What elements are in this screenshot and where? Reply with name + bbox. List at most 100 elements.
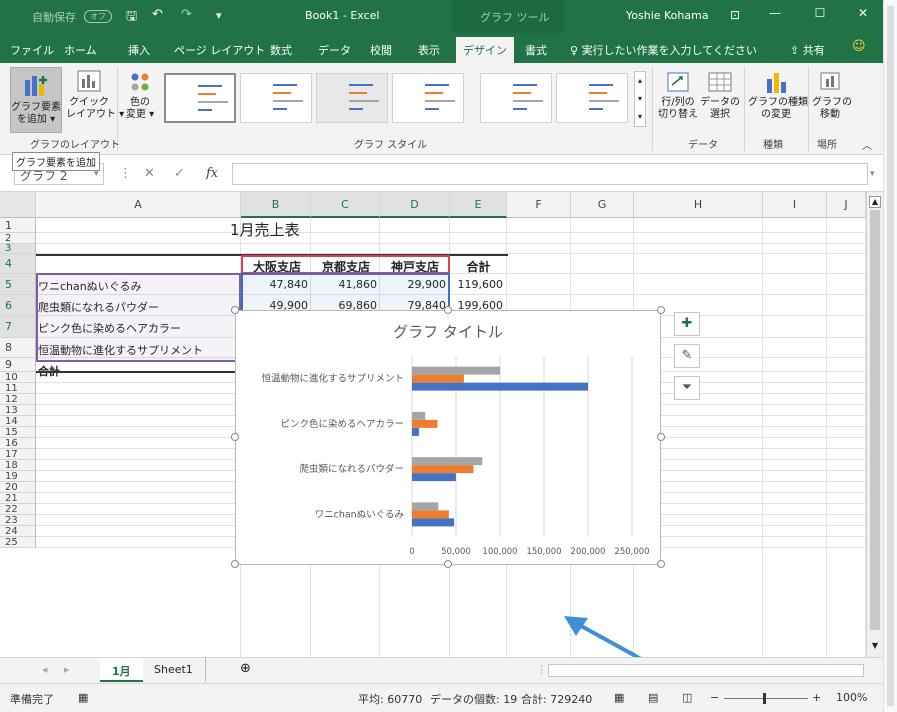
chart-style-6[interactable] (556, 73, 628, 123)
select-data-button[interactable]: データの 選択 (700, 71, 740, 121)
row-header-20[interactable]: 20 (0, 482, 36, 493)
row-header-6[interactable]: 6 (0, 295, 36, 316)
resize-handle-se[interactable] (657, 560, 665, 568)
scroll-thumb[interactable] (870, 210, 880, 630)
page-break-view-icon[interactable]: ◫ (682, 691, 692, 704)
tab-file[interactable]: ファイル (10, 42, 54, 58)
redo-icon[interactable]: ↷ (181, 7, 192, 22)
scroll-down-icon[interactable]: ▼ (869, 641, 881, 653)
row-header-21[interactable]: 21 (0, 493, 36, 504)
expand-formula-icon[interactable]: ▾ (870, 169, 875, 179)
row-header-7[interactable]: 7 (0, 316, 36, 338)
enter-icon[interactable]: ✓ (174, 166, 185, 181)
normal-view-icon[interactable]: ▦ (614, 691, 624, 704)
row-header-23[interactable]: 23 (0, 515, 36, 526)
row-header-19[interactable]: 19 (0, 471, 36, 482)
row-header-10[interactable]: 10 (0, 372, 36, 383)
zoom-slider[interactable] (724, 698, 808, 699)
row-header-14[interactable]: 14 (0, 416, 36, 427)
sheet-tab-2[interactable]: Sheet1 (142, 658, 206, 682)
row-header-12[interactable]: 12 (0, 394, 36, 405)
row-header-2[interactable]: 2 (0, 233, 36, 244)
row-header-24[interactable]: 24 (0, 526, 36, 537)
tab-view[interactable]: 表示 (418, 42, 440, 58)
quick-access-menu-icon[interactable]: ▾ (216, 9, 222, 22)
change-chart-type-button[interactable]: グラフの種類 の変更 (748, 71, 808, 121)
chart-style-4[interactable] (392, 73, 464, 123)
chart-style-3[interactable] (316, 73, 388, 123)
resize-handle-s[interactable] (444, 560, 452, 568)
row-header-11[interactable]: 11 (0, 383, 36, 394)
bar-chart[interactable]: グラフ タイトル 0 50,000 100,000 150,000 200,000 250,… (235, 310, 661, 565)
chart-elements-plus-icon[interactable]: ✚ (674, 312, 700, 336)
insert-function-button[interactable]: fx (206, 166, 218, 181)
minimize-icon[interactable]: — (760, 6, 790, 26)
smiley-icon[interactable]: ☺ (852, 39, 866, 54)
move-chart-button[interactable]: グラフの 移動 (812, 71, 852, 121)
sheet-title[interactable]: 1月売上表 (230, 219, 300, 240)
column-header-e[interactable]: E (450, 192, 507, 218)
column-header-f[interactable]: F (507, 192, 571, 218)
row-header-17[interactable]: 17 (0, 449, 36, 460)
tab-format[interactable]: 書式 (525, 42, 547, 58)
collapse-ribbon-icon[interactable]: ︿ (862, 137, 872, 152)
resize-handle-n[interactable] (444, 306, 452, 314)
item-total[interactable]: 119,600 (451, 278, 506, 291)
column-header-i[interactable]: I (763, 192, 827, 218)
outer-scrollbar[interactable] (883, 0, 897, 712)
add-chart-element-button[interactable]: グラフ要素 を追加 ▾ (10, 67, 62, 133)
styles-gallery-scroll[interactable]: ▴ ▾ ▾ (634, 71, 646, 127)
share-button[interactable]: ⇪ 共有 (790, 42, 825, 58)
change-colors-button[interactable]: 色の 変更 ▾ (120, 71, 160, 121)
zoom-in-icon[interactable]: + (812, 691, 821, 704)
row-header-5[interactable]: 5 (0, 274, 36, 295)
row-header-22[interactable]: 22 (0, 504, 36, 515)
row-header-1[interactable]: 1 (0, 218, 36, 233)
chart-style-1[interactable] (164, 73, 236, 123)
next-sheet-icon[interactable]: ▸ (52, 658, 82, 682)
row-header-9[interactable]: 9 (0, 358, 36, 372)
column-header-a[interactable]: A (36, 192, 241, 218)
resize-handle-w[interactable] (231, 433, 239, 441)
scroll-up-icon[interactable]: ▲ (869, 196, 881, 208)
maximize-icon[interactable]: ☐ (805, 6, 835, 26)
tab-insert[interactable]: 挿入 (128, 42, 150, 58)
resize-handle-e[interactable] (657, 433, 665, 441)
resize-handle-sw[interactable] (231, 560, 239, 568)
new-sheet-icon[interactable]: ⊕ (228, 658, 263, 682)
row-header-16[interactable]: 16 (0, 438, 36, 449)
tab-formulas[interactable]: 数式 (270, 42, 292, 58)
row-header-8[interactable]: 8 (0, 338, 36, 358)
horizontal-scrollbar[interactable] (548, 664, 864, 677)
macro-record-icon[interactable]: ▦ (78, 691, 88, 704)
switch-row-column-button[interactable]: 行/列の 切り替え (656, 71, 700, 121)
resize-handle-nw[interactable] (231, 306, 239, 314)
row-header-3[interactable]: 3 (0, 244, 36, 254)
tab-home[interactable]: ホーム (64, 42, 97, 58)
tab-page-layout[interactable]: ページ レイアウト (174, 42, 265, 58)
tab-data[interactable]: データ (318, 42, 351, 58)
close-icon[interactable]: ✕ (848, 6, 878, 26)
zoom-level[interactable]: 100% (836, 691, 867, 704)
save-icon[interactable]: 🖫 (126, 7, 137, 29)
worksheet-grid[interactable]: ABCDEFGHIJ 1 2 3 4 5 6 7 8 9 10 11 12 13 14 15 16 17 18 19… (0, 192, 866, 657)
zoom-out-icon[interactable]: − (710, 691, 719, 704)
vertical-scrollbar[interactable]: ▲ ▼ (866, 192, 883, 657)
chart-styles-brush-icon[interactable]: ✎ (674, 344, 700, 368)
outer-scroll-thumb[interactable] (887, 6, 894, 706)
column-header-j[interactable]: J (827, 192, 866, 218)
column-header-h[interactable]: H (634, 192, 763, 218)
resize-handle-ne[interactable] (657, 306, 665, 314)
autosave-toggle[interactable]: オフ (84, 9, 112, 23)
chart-style-2[interactable] (240, 73, 312, 123)
user-name[interactable]: Yoshie Kohama (626, 9, 709, 22)
column-header-d[interactable]: D (380, 192, 450, 218)
select-all-corner[interactable] (0, 192, 36, 218)
sheet-tab-1[interactable]: 1月 (100, 658, 143, 682)
chart-style-5[interactable] (480, 73, 552, 123)
row-header-15[interactable]: 15 (0, 427, 36, 438)
page-layout-view-icon[interactable]: ▤ (648, 691, 658, 704)
tab-design[interactable]: デザイン (456, 37, 514, 63)
zoom-slider-thumb[interactable] (763, 693, 766, 704)
chart-filter-icon[interactable]: ⏷ (674, 376, 700, 400)
